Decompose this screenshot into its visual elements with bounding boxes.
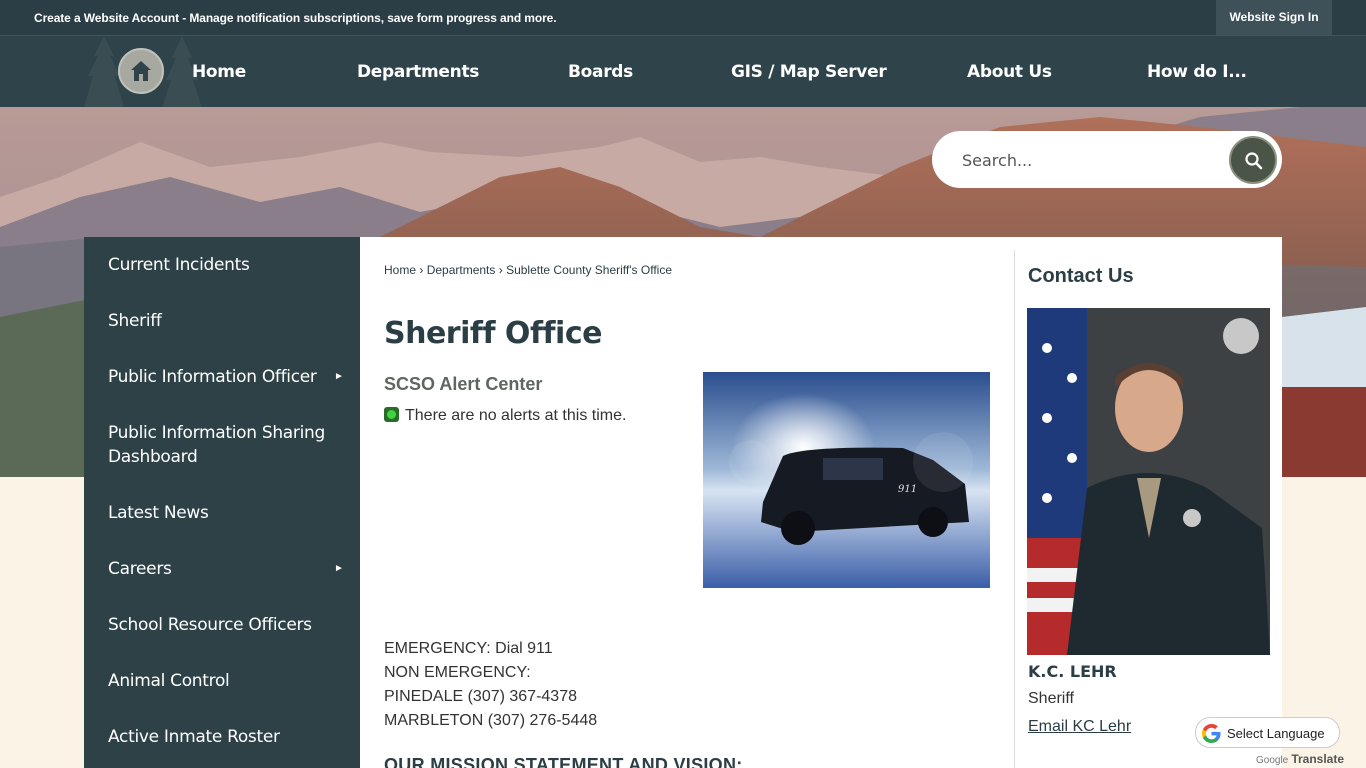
nav-boards[interactable]: Boards xyxy=(568,36,633,108)
sidebar-item-active-inmate-roster[interactable]: Active Inmate Roster xyxy=(108,725,328,749)
sidebar-item-public-information-dashboard[interactable]: Public Information Sharing Dashboard xyxy=(108,421,328,469)
sidebar-item-school-resource-officers[interactable]: School Resource Officers xyxy=(108,613,328,637)
google-g-icon xyxy=(1202,724,1221,743)
search-input[interactable] xyxy=(962,145,1212,175)
website-sign-in-button[interactable]: Website Sign In xyxy=(1216,0,1332,35)
account-description: - Manage notification subscriptions, sav… xyxy=(178,11,557,25)
sidebar-item-animal-control[interactable]: Animal Control xyxy=(108,669,328,693)
column-divider xyxy=(1014,250,1015,768)
page-title: Sheriff Office xyxy=(384,316,602,351)
sidebar-item-public-information-officer[interactable]: Public Information Officer xyxy=(108,365,328,389)
breadcrumb: Home › Departments › Sublette County She… xyxy=(384,263,672,277)
patrol-vehicle-photo: 911 xyxy=(703,372,990,588)
svg-text:911: 911 xyxy=(898,484,917,495)
alert-status: There are no alerts at this time. xyxy=(384,407,626,425)
account-message: Create a Website Account - Manage notifi… xyxy=(34,11,557,25)
sidebar-item-careers[interactable]: Careers xyxy=(108,557,328,581)
home-logo-button[interactable] xyxy=(118,48,164,94)
mission-heading: OUR MISSION STATEMENT AND VISION: xyxy=(384,755,743,768)
language-selector[interactable]: Select Language xyxy=(1195,717,1340,748)
non-emergency-label: NON EMERGENCY: xyxy=(384,664,531,681)
sidebar-item-sheriff[interactable]: Sheriff xyxy=(108,309,328,333)
marbleton-phone: MARBLETON (307) 276-5448 xyxy=(384,712,598,729)
submenu-arrow-icon[interactable]: ► xyxy=(334,371,344,382)
sheriff-title: Sheriff xyxy=(1028,690,1074,707)
nav-departments[interactable]: Departments xyxy=(357,36,479,108)
alert-center-heading: SCSO Alert Center xyxy=(384,374,543,394)
home-icon xyxy=(131,61,151,81)
sidebar-item-latest-news[interactable]: Latest News xyxy=(108,501,328,525)
submenu-arrow-icon[interactable]: ► xyxy=(334,563,344,574)
main-navigation: Home Departments Boards GIS / Map Server… xyxy=(0,35,1366,108)
create-account-link[interactable]: Create a Website Account xyxy=(34,11,179,25)
nav-gis-map-server[interactable]: GIS / Map Server xyxy=(731,36,887,108)
nav-how-do-i[interactable]: How do I... xyxy=(1147,36,1247,108)
sidebar-item-current-incidents[interactable]: Current Incidents xyxy=(108,253,328,277)
nav-home[interactable]: Home xyxy=(192,36,246,108)
search-button[interactable] xyxy=(1229,136,1277,184)
account-bar: Create a Website Account - Manage notifi… xyxy=(0,0,1366,35)
patrol-car-image: 911 xyxy=(703,372,990,588)
status-green-icon xyxy=(384,407,399,422)
breadcrumb-home[interactable]: Home xyxy=(384,263,416,277)
nav-about-us[interactable]: About Us xyxy=(967,36,1052,108)
pinedale-phone: PINEDALE (307) 367-4378 xyxy=(384,688,577,705)
google-wordmark: Google xyxy=(1256,755,1289,766)
phone-info: EMERGENCY: Dial 911 NON EMERGENCY: PINED… xyxy=(384,637,597,733)
sheriff-photo-image xyxy=(1027,308,1270,655)
breadcrumb-departments[interactable]: Departments xyxy=(427,263,496,277)
search-icon xyxy=(1245,152,1263,170)
alert-status-text: There are no alerts at this time. xyxy=(405,407,627,424)
email-sheriff-link[interactable]: Email KC Lehr xyxy=(1028,718,1131,736)
department-sidebar: Current Incidents Sheriff Public Informa… xyxy=(84,237,360,768)
breadcrumb-current[interactable]: Sublette County Sheriff's Office xyxy=(506,263,672,277)
translate-wordmark: Translate xyxy=(1291,752,1345,766)
emergency-line: EMERGENCY: Dial 911 xyxy=(384,640,553,657)
contact-us-heading: Contact Us xyxy=(1028,265,1134,287)
powered-by-google-translate[interactable]: Google Translate xyxy=(1256,752,1344,766)
select-language-label: Select Language xyxy=(1227,726,1325,741)
sheriff-portrait xyxy=(1027,308,1270,655)
sheriff-name: K.C. LEHR xyxy=(1028,662,1117,681)
